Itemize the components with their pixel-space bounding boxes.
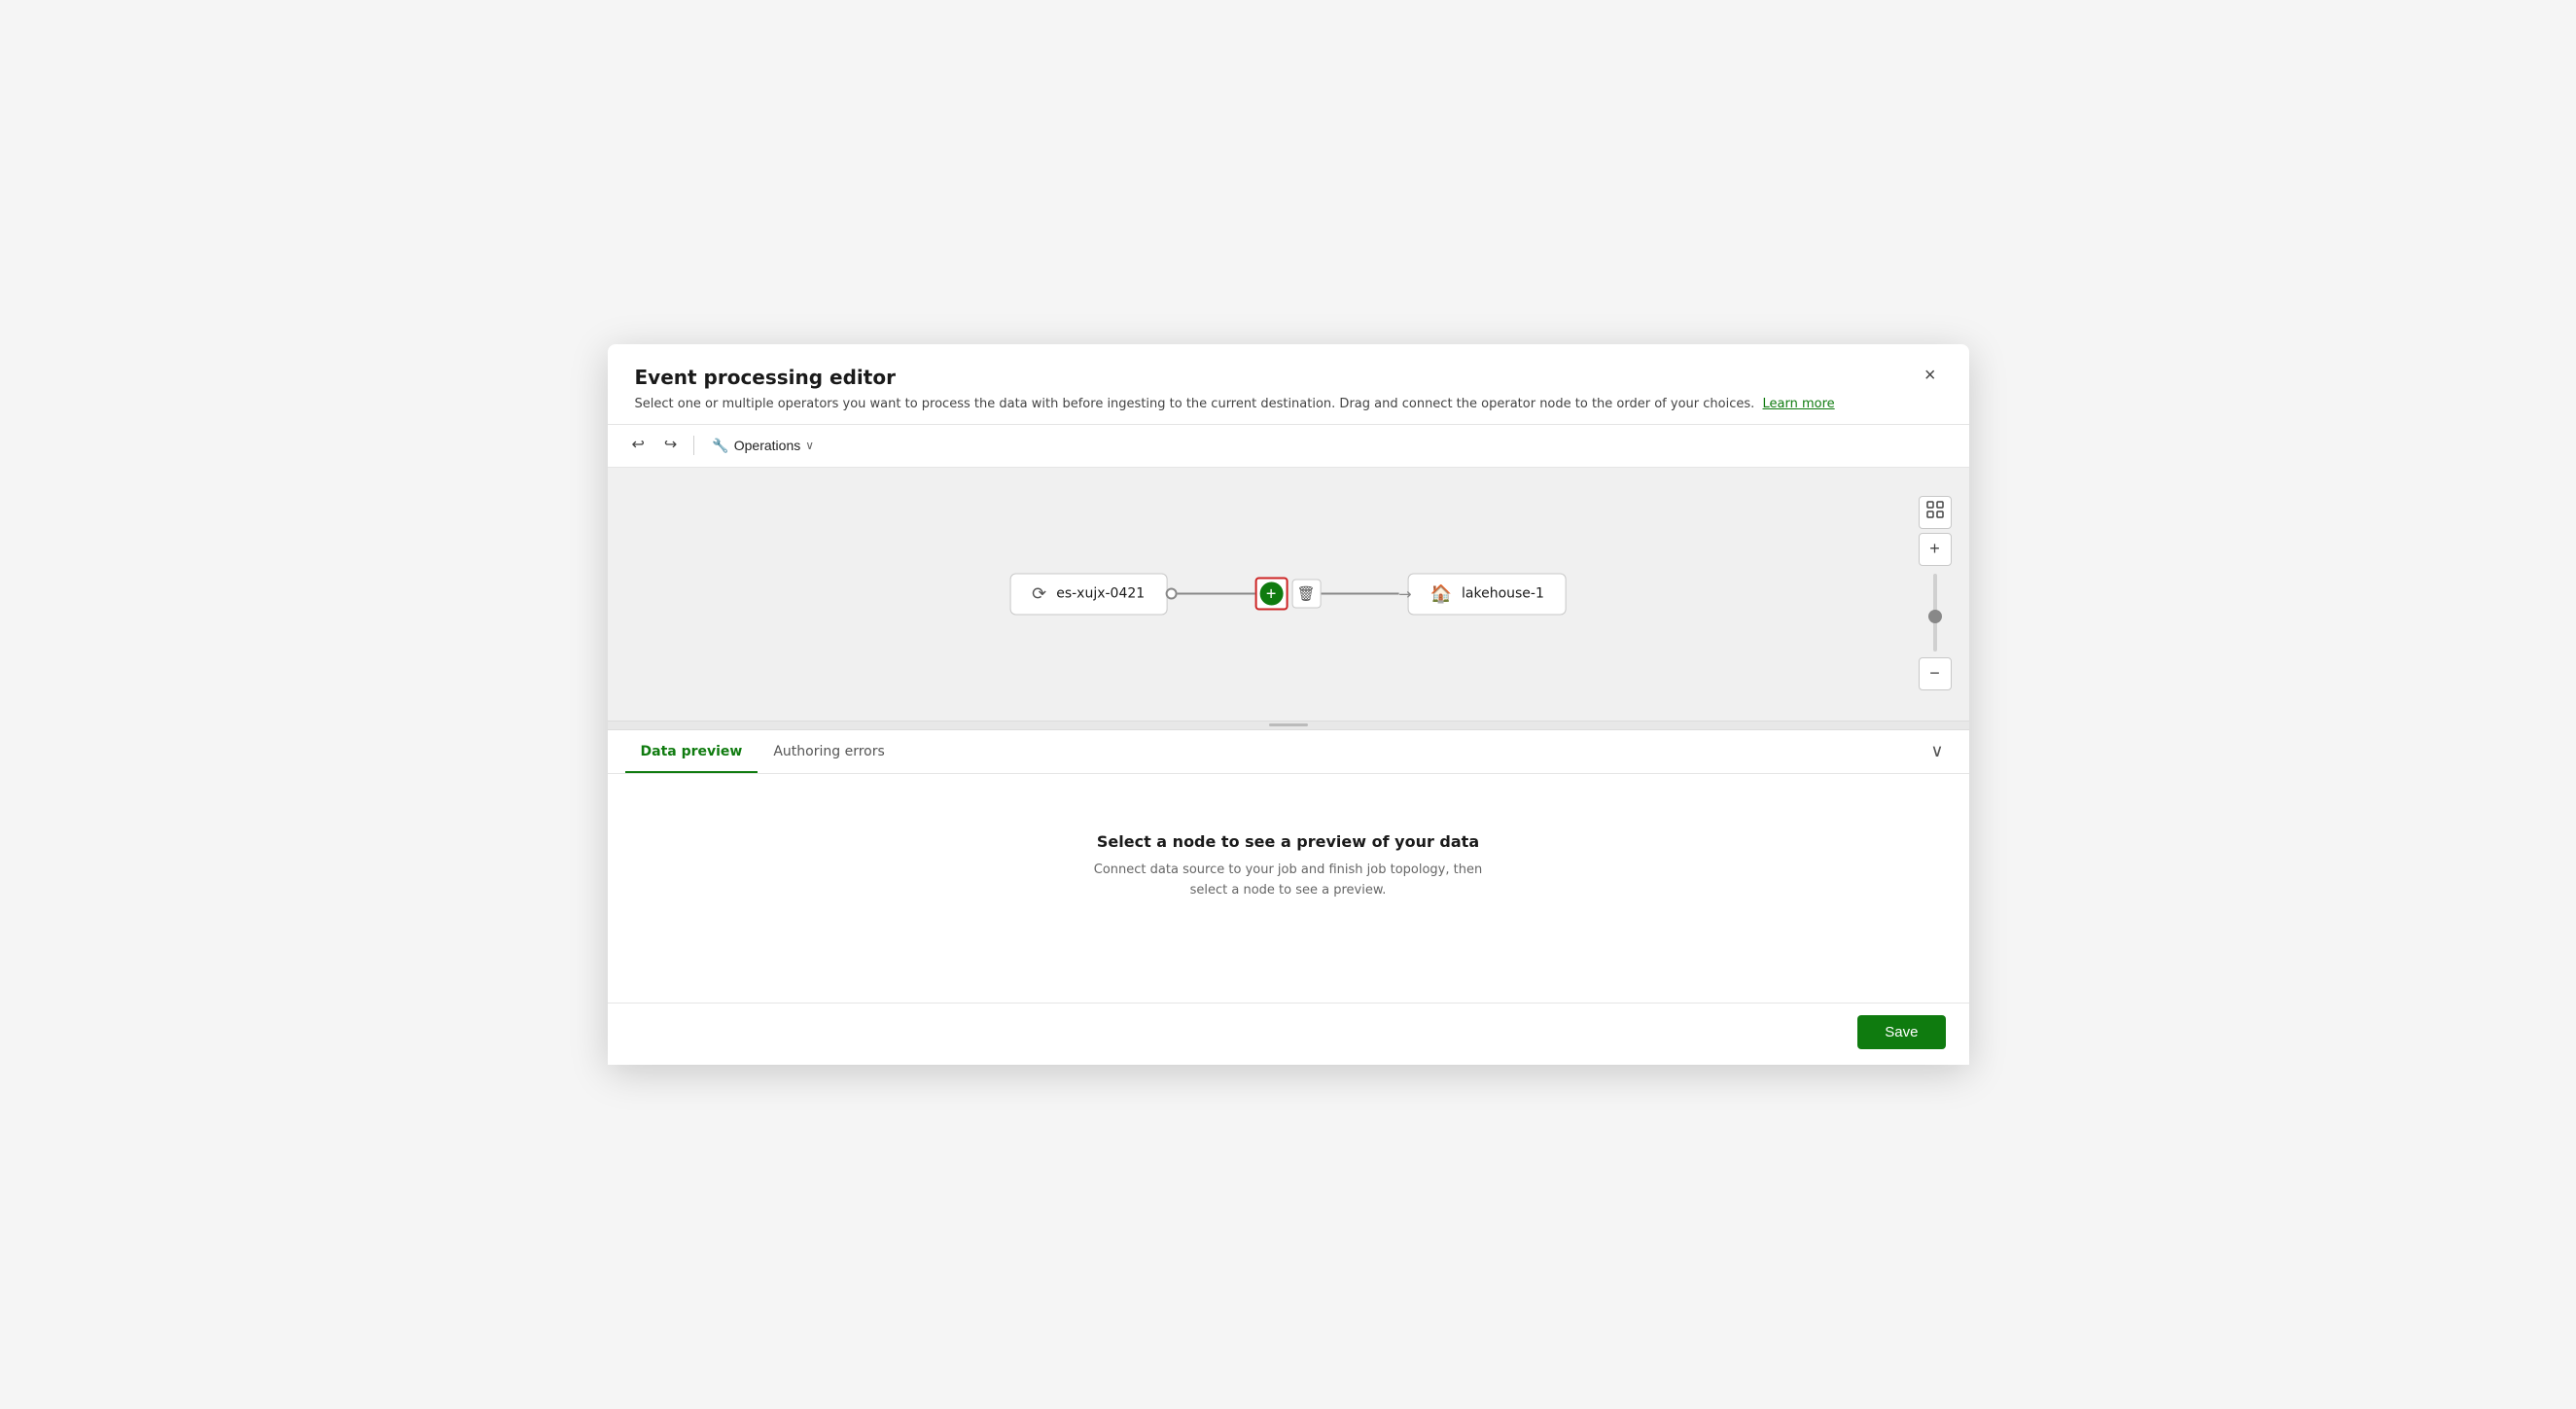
destination-node-label: lakehouse-1 xyxy=(1462,586,1544,602)
modal-header: Event processing editor Select one or mu… xyxy=(608,344,1969,424)
subtitle-text: Select one or multiple operators you wan… xyxy=(635,397,1755,411)
tabs-bar: Data preview Authoring errors ∨ xyxy=(608,730,1969,774)
connector-right: → xyxy=(1321,584,1407,603)
event-processing-editor-modal: Event processing editor Select one or mu… xyxy=(608,344,1969,1065)
source-node-icon: ⟳ xyxy=(1032,583,1046,604)
source-node[interactable]: ⟳ es-xujx-0421 xyxy=(1009,573,1167,615)
zoom-in-button[interactable]: + xyxy=(1919,533,1952,566)
flow-controls-row: + 🗑 xyxy=(1254,578,1321,611)
modal-subtitle: Select one or multiple operators you wan… xyxy=(635,395,1835,414)
connector-left xyxy=(1167,588,1254,600)
zoom-out-button[interactable]: − xyxy=(1919,657,1952,690)
flow-diagram: ⟳ es-xujx-0421 + 🗑 → xyxy=(1009,573,1567,615)
zoom-slider-thumb xyxy=(1928,610,1942,623)
toolbar-divider xyxy=(693,436,694,455)
empty-state-title: Select a node to see a preview of your d… xyxy=(1097,832,1479,851)
destination-node-icon: 🏠 xyxy=(1430,583,1452,604)
add-operator-button[interactable]: + xyxy=(1254,578,1288,611)
trash-icon: 🗑 xyxy=(1297,585,1316,603)
canvas-area: ⟳ es-xujx-0421 + 🗑 → xyxy=(608,468,1969,721)
operations-icon: 🔧 xyxy=(712,438,728,454)
fit-view-icon xyxy=(1926,501,1944,523)
save-button[interactable]: Save xyxy=(1857,1015,1945,1049)
arrow-icon: → xyxy=(1398,584,1411,603)
data-preview-empty-state: Select a node to see a preview of your d… xyxy=(608,774,1969,960)
operations-label: Operations xyxy=(734,438,800,453)
resize-handle-bar xyxy=(1269,723,1308,726)
connector-line-left xyxy=(1177,593,1254,595)
source-node-label: es-xujx-0421 xyxy=(1056,586,1145,602)
connector-dot-left xyxy=(1165,588,1177,600)
modal-title-section: Event processing editor Select one or mu… xyxy=(635,366,1835,414)
resize-handle[interactable] xyxy=(608,721,1969,730)
delete-operator-button[interactable]: 🗑 xyxy=(1291,580,1321,609)
close-button[interactable]: × xyxy=(1919,364,1942,387)
empty-state-desc: Connect data source to your job and fini… xyxy=(1075,861,1502,901)
destination-node[interactable]: 🏠 lakehouse-1 xyxy=(1408,573,1567,615)
zoom-slider-track xyxy=(1933,574,1937,652)
modal-footer: Save xyxy=(608,1003,1969,1065)
tab-authoring-errors[interactable]: Authoring errors xyxy=(758,730,900,773)
redo-button[interactable]: ↪ xyxy=(657,433,684,458)
toolbar: ↩ ↪ 🔧 Operations ∨ xyxy=(608,424,1969,468)
tabs-list: Data preview Authoring errors xyxy=(625,730,900,773)
modal-title: Event processing editor xyxy=(635,366,1835,389)
bottom-panel: Data preview Authoring errors ∨ Select a… xyxy=(608,730,1969,1003)
operations-chevron-icon: ∨ xyxy=(805,439,814,452)
zoom-controls: + − xyxy=(1919,496,1952,692)
connector-line-right xyxy=(1321,593,1398,595)
collapse-panel-button[interactable]: ∨ xyxy=(1923,737,1951,765)
add-icon: + xyxy=(1259,582,1283,606)
fit-view-button[interactable] xyxy=(1919,496,1952,529)
operations-menu-button[interactable]: 🔧 Operations ∨ xyxy=(704,433,822,459)
tab-data-preview[interactable]: Data preview xyxy=(625,730,759,773)
undo-button[interactable]: ↩ xyxy=(625,433,652,458)
learn-more-link[interactable]: Learn more xyxy=(1763,397,1835,411)
